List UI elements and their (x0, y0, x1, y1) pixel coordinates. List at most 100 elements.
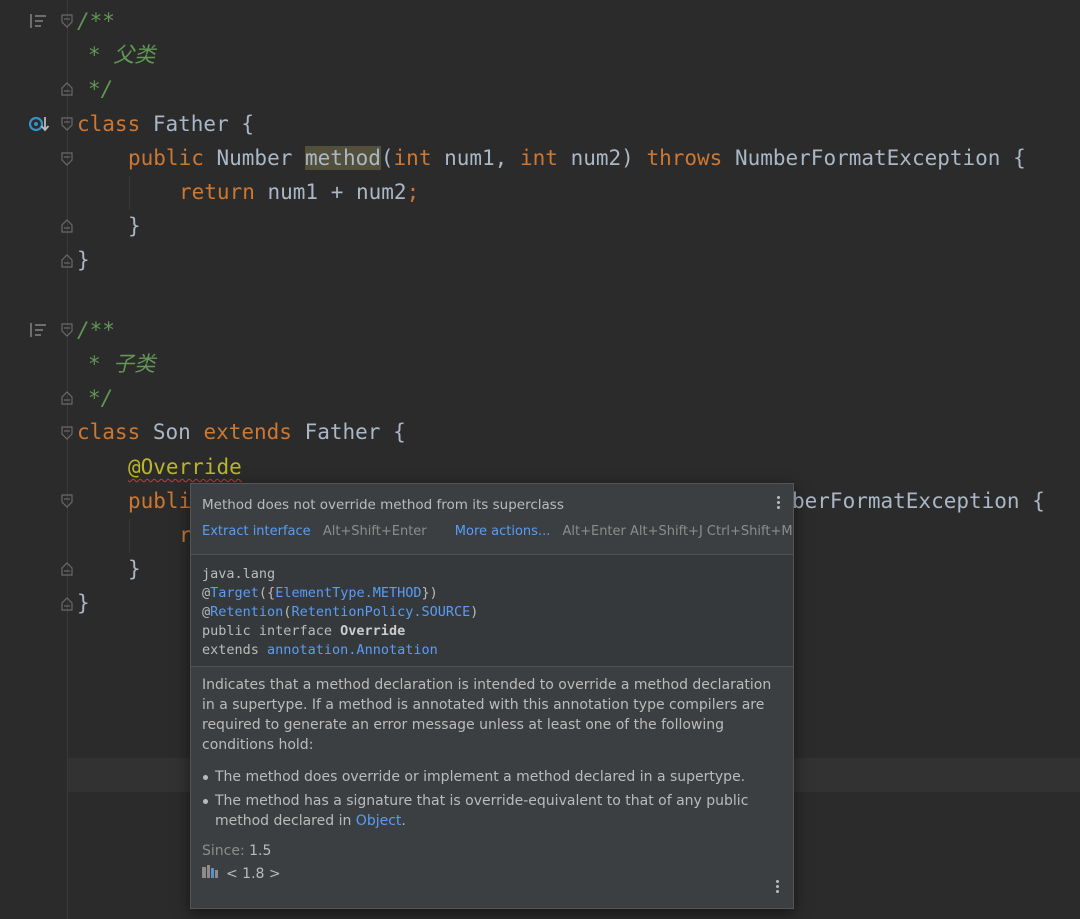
error-section: Method does not override method from its… (191, 484, 793, 555)
target-annotation: @Target({ElementType.METHOD}) (202, 584, 438, 603)
error-message: Method does not override method from its… (202, 497, 564, 513)
superclass-name: Father { (291, 420, 406, 444)
decl-prefix: public interface (202, 623, 341, 639)
extends-clause: extends annotation.Annotation (202, 641, 438, 660)
return-type: Number (203, 146, 306, 170)
list-item: The method has a signature that is overr… (202, 791, 772, 831)
code-line: publi (128, 484, 191, 518)
fold-icon[interactable] (61, 494, 73, 508)
code-line: * 子类 (88, 347, 155, 381)
fold-icon[interactable] (61, 117, 73, 131)
fold-icon[interactable] (61, 152, 73, 166)
code-line: } (128, 552, 141, 586)
fold-icon[interactable] (61, 14, 73, 28)
brace: } (128, 557, 141, 581)
retention-policy-link[interactable]: RetentionPolicy.SOURCE (291, 604, 470, 620)
brace: } (128, 214, 141, 238)
semicolon: ; (406, 180, 420, 204)
documentation-popup[interactable]: Method does not override method from its… (190, 483, 794, 909)
library-version: < 1.8 > (226, 866, 281, 882)
element-type-link[interactable]: ElementType.METHOD (275, 585, 421, 601)
code-line: */ (88, 381, 113, 415)
punct: . (401, 813, 406, 829)
punct: }) (421, 585, 438, 601)
code-line: */ (88, 72, 113, 106)
class-name: Son (140, 420, 204, 444)
fold-icon[interactable] (61, 562, 73, 576)
more-actions-link[interactable]: More actions... (455, 524, 551, 539)
fold-icon[interactable] (61, 219, 73, 233)
code-line: /** (77, 313, 115, 347)
expression: num1 + num2 (254, 180, 407, 204)
param: num2) (557, 146, 647, 170)
fold-icon[interactable] (61, 597, 73, 611)
class-name: Father { (140, 112, 255, 136)
code-line: } (77, 586, 90, 620)
code-line: class Father { (77, 107, 254, 141)
list-item-text: The method has a signature that is overr… (215, 793, 749, 829)
keyword: class (77, 112, 141, 136)
code-line: public Number method(int num1, int num2)… (128, 141, 1026, 175)
overridden-method-icon[interactable] (28, 114, 50, 134)
exception-name: NumberFormatException { (722, 146, 1026, 170)
description-section: Indicates that a method declaration is i… (191, 667, 793, 908)
exception-name: berFormatException { (792, 489, 1045, 513)
method-name-highlight[interactable]: method (305, 146, 381, 170)
keyword: class (77, 420, 141, 444)
retention-annotation: @Retention(RetentionPolicy.SOURCE) (202, 603, 478, 622)
fold-icon[interactable] (61, 254, 73, 268)
package-name: java.lang (202, 566, 276, 582)
doc-render-icon[interactable] (28, 320, 48, 340)
keyword: int (519, 146, 558, 170)
since-label: Since: (202, 843, 245, 859)
extract-interface-link[interactable]: Extract interface (202, 524, 311, 539)
code-line: class Son extends Father { (77, 415, 406, 449)
retention-link[interactable]: Retention (210, 604, 283, 620)
indent-guide (129, 519, 130, 553)
paren: ( (380, 146, 394, 170)
fold-icon[interactable] (61, 82, 73, 96)
fold-icon[interactable] (61, 323, 73, 337)
doc-render-icon[interactable] (28, 11, 48, 31)
param: num1, (431, 146, 520, 170)
at-sign: @ (202, 585, 211, 601)
code-line: return num1 + num2; (179, 175, 419, 209)
doc-comment: */ (88, 386, 114, 410)
doc-comment: * 父类 (88, 43, 156, 67)
code-line: @Override (128, 450, 242, 484)
interface-name: Override (340, 623, 406, 639)
brace: } (77, 591, 90, 615)
fold-icon[interactable] (61, 391, 73, 405)
keyword: publi (128, 489, 192, 513)
indent-guide (129, 176, 130, 210)
library-icon (202, 865, 220, 883)
punct: ({ (258, 585, 276, 601)
at-sign: @ (202, 604, 211, 620)
conditions-list: The method does override or implement a … (202, 767, 772, 835)
extends-keyword: extends (202, 642, 268, 658)
code-line: } (128, 209, 141, 243)
doc-comment: /** (77, 318, 115, 342)
fold-icon[interactable] (61, 426, 73, 440)
punct: ) (470, 604, 479, 620)
override-annotation[interactable]: @Override (128, 455, 242, 479)
code-line: /** (77, 4, 115, 38)
target-link[interactable]: Target (210, 585, 259, 601)
annotation-link[interactable]: annotation.Annotation (267, 642, 438, 658)
shortcut-hint: Alt+Shift+Enter (322, 524, 427, 539)
code-line: berFormatException { (792, 484, 1045, 518)
doc-comment: /** (77, 9, 115, 33)
doc-comment: */ (88, 77, 114, 101)
keyword: return (179, 180, 255, 204)
object-link[interactable]: Object (356, 813, 402, 829)
keyword: int (393, 146, 432, 170)
more-options-icon[interactable] (777, 496, 781, 512)
list-item: The method does override or implement a … (202, 767, 772, 787)
keyword: public (128, 146, 204, 170)
doc-comment: * 子类 (88, 352, 156, 376)
brace: } (77, 248, 90, 272)
code-line: } (77, 243, 90, 277)
since-info: Since: 1.5 (202, 843, 271, 859)
interface-declaration: public interface Override (202, 622, 405, 641)
more-options-icon[interactable] (776, 880, 780, 896)
